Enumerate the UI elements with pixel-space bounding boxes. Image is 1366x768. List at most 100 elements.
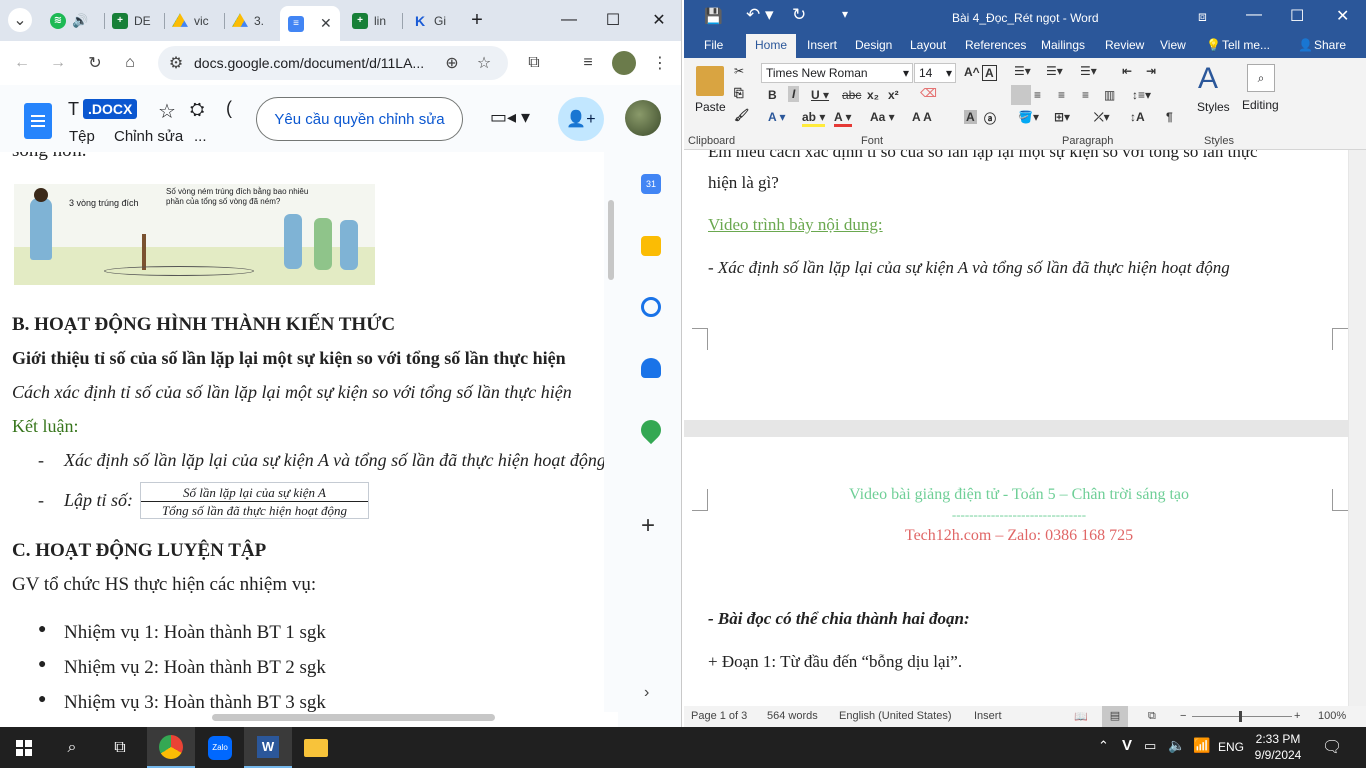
minimize-button[interactable]: —: [554, 6, 584, 34]
align-center-icon[interactable]: ≡: [1034, 88, 1041, 102]
expand-panel-icon[interactable]: ›: [644, 684, 649, 702]
zoom-level[interactable]: 100%: [1318, 710, 1346, 722]
paste-label[interactable]: Paste: [695, 100, 726, 114]
text-effects-icon[interactable]: A ▾: [768, 110, 786, 124]
tab-design[interactable]: Design: [855, 38, 892, 52]
numbering-icon[interactable]: ☰▾: [1046, 64, 1063, 78]
styles-button[interactable]: Styles: [1197, 100, 1230, 114]
zoom-out-icon[interactable]: −: [1180, 710, 1186, 722]
web-layout-icon[interactable]: ⧉: [1148, 710, 1156, 723]
format-painter-icon[interactable]: 🖌: [734, 108, 749, 122]
font-size-icon[interactable]: Aa ▾: [870, 110, 895, 124]
input-language[interactable]: ENG: [1218, 740, 1244, 754]
align-right-icon[interactable]: ≡: [1058, 88, 1065, 102]
font-name-box[interactable]: Times New Roman ▾: [761, 63, 913, 83]
close-window-button[interactable]: ✕: [644, 6, 674, 34]
share-button[interactable]: 👤+: [558, 97, 604, 141]
font-size-box[interactable]: 14 ▾: [914, 63, 956, 83]
ribbon-display-icon[interactable]: ⧈: [1198, 8, 1207, 25]
tab-drive-1[interactable]: vic: [164, 7, 224, 34]
zoom-in-icon[interactable]: +: [1294, 710, 1300, 722]
notifications-icon[interactable]: 🗨: [1322, 737, 1342, 757]
horizontal-scrollbar[interactable]: [212, 714, 495, 721]
zalo-taskbar-icon[interactable]: Zalo: [196, 727, 244, 768]
menu-more[interactable]: ...: [194, 128, 207, 145]
site-info-icon[interactable]: ⚙: [164, 51, 188, 75]
asian-layout-icon[interactable]: ⤫▾: [1094, 110, 1110, 125]
customize-qat-icon[interactable]: ▾: [842, 7, 848, 21]
task-view-icon[interactable]: ⧉: [96, 727, 144, 768]
file-explorer-taskbar-icon[interactable]: [292, 727, 340, 768]
clock[interactable]: 2:33 PM 9/9/2024: [1248, 731, 1308, 763]
tab-search-icon[interactable]: ⌄: [8, 8, 32, 32]
menu-icon[interactable]: ⋮: [648, 51, 672, 75]
grow-shrink-icon[interactable]: A A: [912, 110, 932, 124]
tab-insert[interactable]: Insert: [807, 38, 837, 52]
decrease-indent-icon[interactable]: ⇤: [1122, 64, 1132, 78]
tab-sheets-1[interactable]: + DE: [104, 7, 164, 34]
avatar[interactable]: [625, 100, 661, 136]
share-link[interactable]: Share: [1314, 38, 1346, 52]
zoom-slider[interactable]: [1192, 716, 1292, 717]
v-app-icon[interactable]: V: [1122, 737, 1132, 754]
menu-edit[interactable]: Chỉnh sửa: [114, 128, 183, 145]
font-color-icon[interactable]: A ▾: [834, 110, 852, 127]
cloud-status-icon[interactable]: (: [226, 98, 232, 119]
chrome-taskbar-icon[interactable]: [147, 727, 195, 768]
language-status[interactable]: English (United States): [839, 710, 952, 722]
styles-icon[interactable]: A: [1198, 62, 1218, 96]
bullets-icon[interactable]: ☰▾: [1014, 64, 1031, 78]
tab-view[interactable]: View: [1160, 38, 1186, 52]
cut-icon[interactable]: ✂: [734, 64, 744, 78]
vertical-scrollbar[interactable]: [608, 200, 614, 280]
battery-icon[interactable]: ▭: [1144, 738, 1156, 754]
network-icon[interactable]: 📶: [1193, 737, 1210, 754]
show-marks-icon[interactable]: ¶: [1166, 110, 1173, 124]
tab-k[interactable]: K Gi: [404, 7, 460, 34]
borders-icon[interactable]: ⊞▾: [1054, 110, 1070, 124]
back-icon[interactable]: ←: [10, 51, 34, 75]
highlight-icon[interactable]: ab ▾: [802, 110, 826, 127]
grow-font-icon[interactable]: A^: [964, 65, 980, 79]
menu-file[interactable]: Tệp: [69, 128, 95, 145]
editing-button[interactable]: Editing: [1242, 98, 1279, 112]
reload-icon[interactable]: ↻: [83, 51, 107, 75]
address-bar[interactable]: ⚙ docs.google.com/document/d/11LA... ⊕ ☆: [158, 46, 508, 80]
find-icon[interactable]: ⌕: [1247, 64, 1275, 92]
request-edit-button[interactable]: Yêu cầu quyền chỉnh sửa: [256, 97, 463, 141]
multilevel-list-icon[interactable]: ☰▾: [1080, 64, 1097, 78]
home-icon[interactable]: ⌂: [118, 51, 142, 75]
clear-formatting-icon[interactable]: ⌫: [920, 86, 937, 100]
tab-spotify[interactable]: ≋ 🔊: [42, 7, 102, 34]
contacts-icon[interactable]: [641, 358, 661, 378]
read-mode-icon[interactable]: 📖: [1074, 710, 1088, 723]
close-tab-icon[interactable]: ✕: [320, 15, 332, 32]
tab-mailings[interactable]: Mailings: [1041, 38, 1085, 52]
star-icon[interactable]: ☆: [158, 99, 176, 124]
align-left-icon[interactable]: [1011, 85, 1031, 105]
volume-icon[interactable]: 🔈: [1168, 737, 1185, 754]
columns-icon[interactable]: ▥: [1104, 88, 1115, 102]
word-vertical-scrollbar[interactable]: [1349, 150, 1366, 706]
sort-icon[interactable]: ↕A: [1130, 110, 1145, 124]
redo-icon[interactable]: ↻: [792, 5, 806, 25]
tab-docs-active[interactable]: ≡ ✕: [280, 6, 340, 41]
copy-icon[interactable]: ⎘: [734, 86, 744, 101]
enclose-icon[interactable]: ⓐ: [984, 110, 996, 127]
increase-indent-icon[interactable]: ⇥: [1146, 64, 1156, 78]
save-icon[interactable]: 💾: [704, 7, 723, 25]
justify-icon[interactable]: ≡: [1082, 88, 1089, 102]
profile-avatar[interactable]: [612, 51, 636, 75]
tab-references[interactable]: References: [965, 38, 1026, 52]
page-count[interactable]: Page 1 of 3: [691, 710, 747, 722]
bold-icon[interactable]: B: [768, 88, 777, 102]
search-icon[interactable]: ⌕: [48, 727, 96, 768]
undo-icon[interactable]: ↶ ▾: [746, 5, 774, 25]
tab-layout[interactable]: Layout: [910, 38, 946, 52]
subscript-icon[interactable]: x₂: [867, 88, 879, 102]
print-layout-icon[interactable]: ▤: [1102, 706, 1128, 727]
tab-file[interactable]: File: [704, 38, 723, 52]
word-maximize-button[interactable]: ☐: [1290, 6, 1304, 26]
maps-icon[interactable]: [636, 415, 666, 445]
word-taskbar-icon[interactable]: W: [244, 727, 292, 768]
